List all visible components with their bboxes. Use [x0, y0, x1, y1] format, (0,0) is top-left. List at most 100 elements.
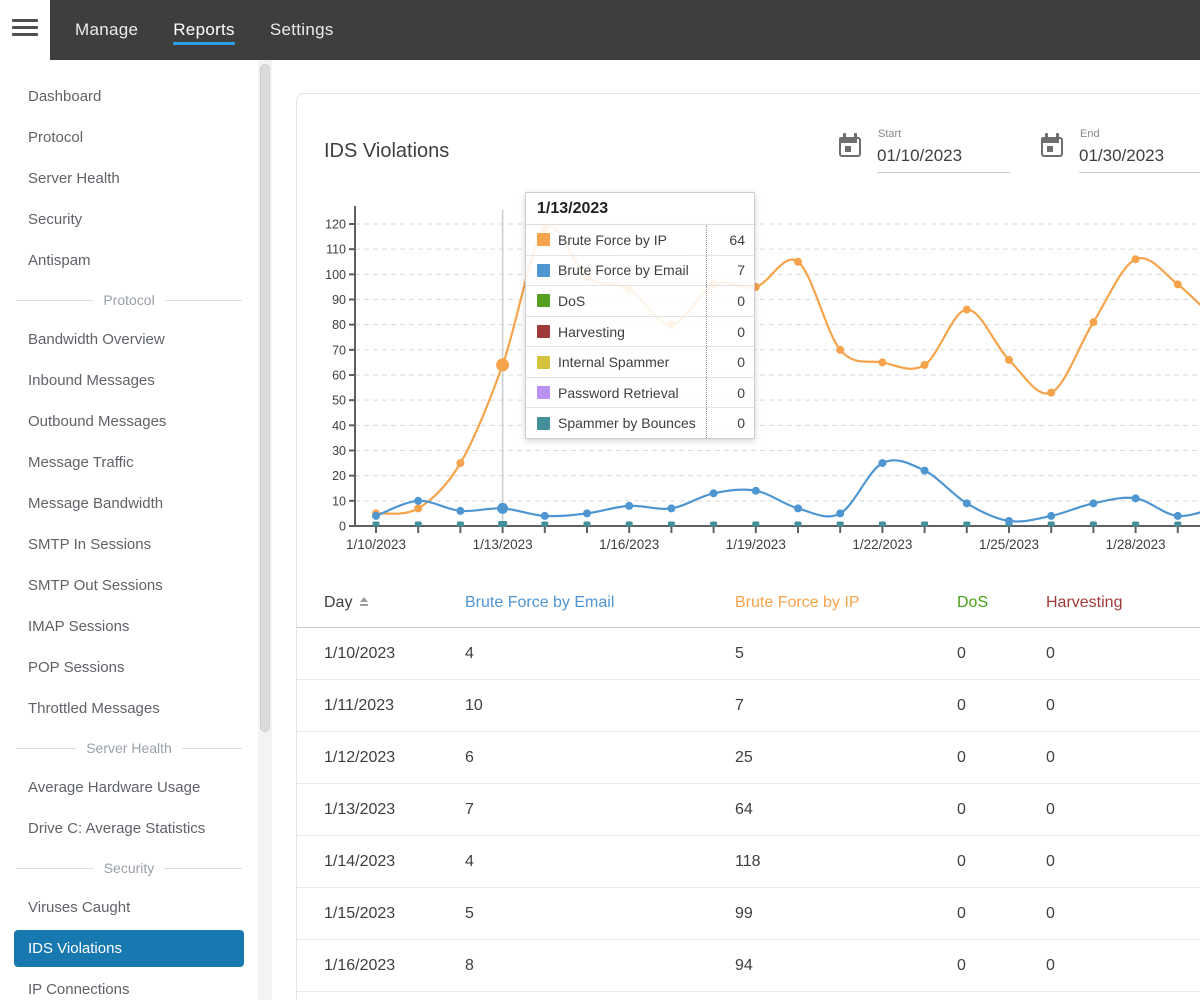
sidebar-item-imap-sessions[interactable]: IMAP Sessions — [0, 606, 258, 647]
zero-value-marker — [541, 521, 549, 527]
cell-day: 1/11/2023 — [324, 696, 394, 714]
sidebar-section-label: Server Health — [86, 740, 172, 756]
nav-tab-manage[interactable]: Manage — [75, 20, 138, 40]
sidebar-item-throttled-messages[interactable]: Throttled Messages — [0, 688, 258, 729]
sidebar-item-protocol[interactable]: Protocol — [0, 117, 258, 158]
sidebar-item-security[interactable]: Security — [0, 199, 258, 240]
sidebar-item-pop-sessions[interactable]: POP Sessions — [0, 647, 258, 688]
zero-value-marker — [1174, 521, 1182, 527]
data-point-brute-force-by-ip — [1089, 318, 1098, 327]
series-label: Brute Force by Email — [558, 262, 689, 279]
cell-day: 1/13/2023 — [324, 800, 396, 818]
x-tick-label: 1/13/2023 — [473, 537, 533, 552]
sidebar-item-drive-c-average-statistics[interactable]: Drive C: Average Statistics — [0, 808, 258, 849]
cell-value: 94 — [735, 956, 753, 974]
data-point-brute-force-by-ip — [962, 305, 971, 314]
cell-value: 7 — [735, 696, 744, 714]
data-point-brute-force-by-email — [1173, 511, 1182, 520]
data-point-brute-force-by-email — [456, 506, 465, 515]
sort-ascending-icon[interactable] — [360, 596, 369, 606]
sidebar-item-label: Inbound Messages — [28, 372, 155, 389]
sidebar-item-message-bandwidth[interactable]: Message Bandwidth — [0, 483, 258, 524]
cell-value: 0 — [957, 852, 966, 870]
column-header-label: Brute Force by IP — [735, 593, 860, 611]
cell-value: 0 — [1046, 904, 1055, 922]
table-row: 1/11/2023 10 7 0 0 — [297, 680, 1200, 732]
data-point-brute-force-by-ip — [878, 358, 887, 367]
data-point-brute-force-by-email — [920, 466, 929, 475]
sidebar-item-label: Average Hardware Usage — [28, 779, 201, 796]
start-date-label: Start — [878, 128, 902, 140]
start-date-calendar-icon[interactable] — [839, 133, 861, 157]
sidebar-section-label: Protocol — [103, 292, 155, 308]
sidebar-item-message-traffic[interactable]: Message Traffic — [0, 442, 258, 483]
column-header-label: Brute Force by Email — [465, 593, 615, 611]
start-date-input[interactable]: 01/10/2023 — [877, 146, 962, 166]
data-point-brute-force-by-email — [1089, 499, 1098, 508]
table-row: 1/12/2023 6 25 0 0 — [297, 732, 1200, 784]
sidebar-item-ids-violations[interactable]: IDS Violations — [14, 930, 244, 967]
data-point-brute-force-by-ip — [1005, 355, 1013, 364]
sidebar-item-label: Bandwidth Overview — [28, 331, 165, 348]
cell-day: 1/16/2023 — [324, 956, 396, 974]
cell-value: 4 — [465, 644, 474, 662]
sidebar-item-ip-connections[interactable]: IP Connections — [0, 969, 258, 1000]
cell-value: 0 — [1046, 800, 1055, 818]
zero-value-marker — [794, 521, 802, 527]
sidebar-item-inbound-messages[interactable]: Inbound Messages — [0, 360, 258, 401]
series-label: Brute Force by IP — [558, 231, 667, 248]
top-navigation: Manage Reports Settings — [50, 0, 1200, 60]
sidebar-item-label: Throttled Messages — [28, 700, 160, 717]
sidebar-item-average-hardware-usage[interactable]: Average Hardware Usage — [0, 767, 258, 808]
sidebar-item-outbound-messages[interactable]: Outbound Messages — [0, 401, 258, 442]
data-point-brute-force-by-email — [1131, 494, 1140, 503]
y-tick-label: 80 — [332, 318, 346, 332]
series-swatch-icon — [537, 263, 550, 277]
column-header-day[interactable]: Day — [324, 594, 465, 612]
app-root: Manage Reports Settings Dashboard Protoco… — [0, 0, 1200, 1000]
sidebar-item-bandwidth-overview[interactable]: Bandwidth Overview — [0, 319, 258, 360]
tooltip-row-dos: DoS 0 — [526, 286, 754, 317]
sidebar-scrollbar-thumb[interactable] — [260, 64, 270, 732]
column-header-label: Harvesting — [1046, 593, 1123, 611]
zero-value-marker — [921, 521, 929, 527]
y-tick-label: 60 — [332, 368, 346, 382]
column-header-harvesting: Harvesting — [1046, 594, 1200, 612]
x-tick-label: 1/22/2023 — [852, 537, 912, 552]
nav-tab-reports[interactable]: Reports — [173, 20, 235, 40]
table-row: 1/13/2023 7 64 0 0 — [297, 784, 1200, 836]
series-label: Password Retrieval — [558, 384, 679, 401]
data-point-brute-force-by-ip — [1173, 280, 1182, 289]
cell-value: 0 — [1046, 956, 1055, 974]
data-point-brute-force-by-ip — [496, 358, 510, 372]
series-value: 0 — [706, 316, 754, 347]
sidebar-item-antispam[interactable]: Antispam — [0, 240, 258, 281]
cell-value: 0 — [957, 956, 966, 974]
y-tick-label: 50 — [332, 394, 346, 408]
sidebar-item-dashboard[interactable]: Dashboard — [0, 76, 258, 117]
sidebar-section-label: Security — [103, 860, 155, 876]
sidebar-item-smtp-out-sessions[interactable]: SMTP Out Sessions — [0, 565, 258, 606]
y-tick-label: 20 — [332, 469, 346, 483]
sidebar-item-server-health[interactable]: Server Health — [0, 158, 258, 199]
hamburger-menu-icon[interactable] — [12, 19, 38, 41]
zero-value-marker — [625, 521, 633, 527]
end-date-input[interactable]: 01/30/2023 — [1079, 146, 1164, 166]
data-point-brute-force-by-email — [583, 509, 591, 518]
x-tick-label: 1/10/2023 — [346, 537, 406, 552]
sidebar-section-protocol: Protocol — [0, 281, 258, 319]
sidebar-scrollbar-track[interactable] — [258, 60, 272, 1000]
nav-tab-settings[interactable]: Settings — [270, 20, 334, 40]
tooltip-row-brute-force-by-ip: Brute Force by IP 64 — [526, 225, 754, 256]
zero-value-marker — [752, 521, 760, 527]
cell-day: 1/15/2023 — [324, 904, 396, 922]
end-date-calendar-icon[interactable] — [1041, 133, 1063, 157]
cell-value: 0 — [1046, 748, 1055, 766]
data-point-brute-force-by-ip — [920, 360, 929, 369]
sidebar-item-smtp-in-sessions[interactable]: SMTP In Sessions — [0, 524, 258, 565]
x-tick-label: 1/25/2023 — [979, 537, 1039, 552]
zero-value-marker — [1132, 521, 1140, 527]
cell-value: 0 — [957, 800, 966, 818]
sidebar-item-viruses-caught[interactable]: Viruses Caught — [0, 887, 258, 928]
series-label: Harvesting — [558, 323, 625, 340]
